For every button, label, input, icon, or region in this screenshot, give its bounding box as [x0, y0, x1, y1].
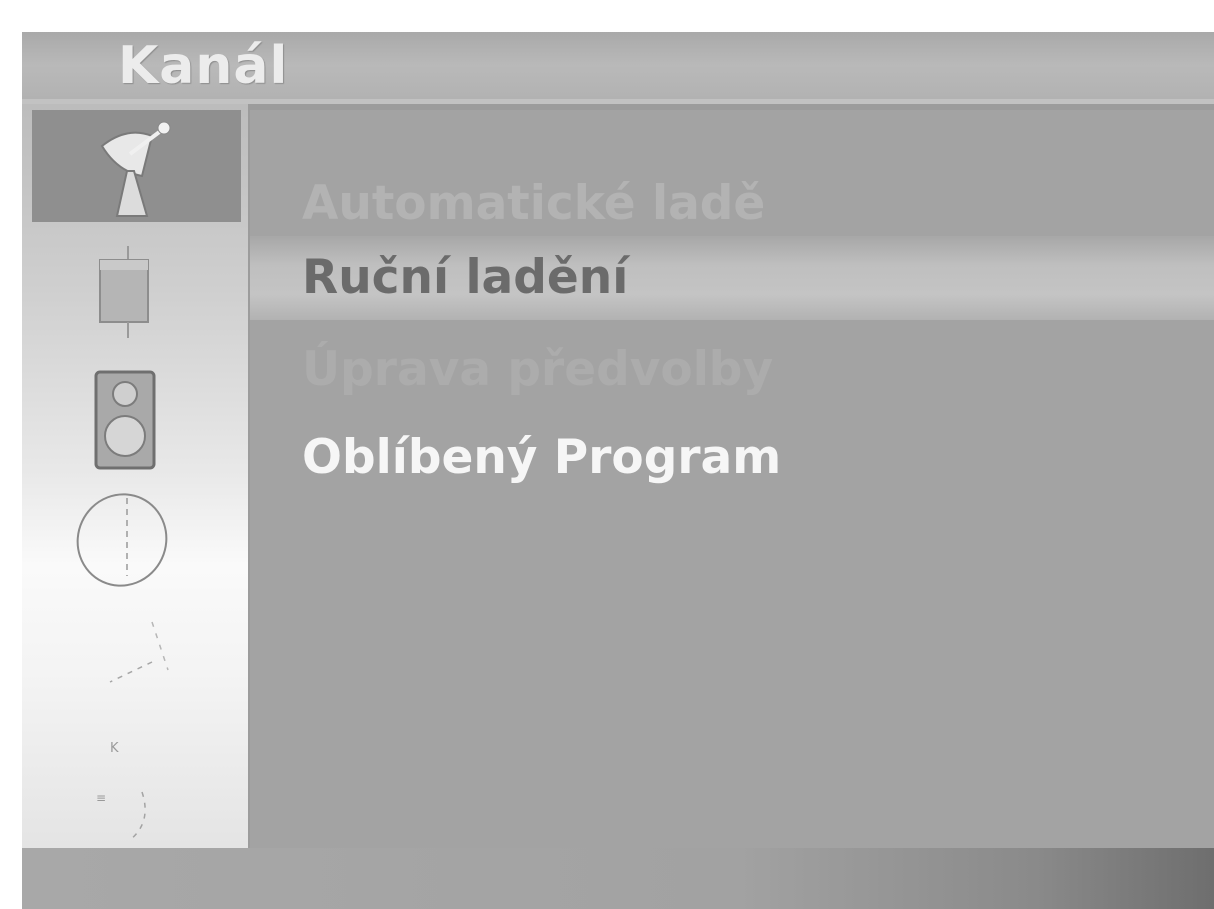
bottom-bar	[22, 848, 1214, 909]
sidebar-item-time[interactable]	[22, 482, 248, 594]
input-icon: K ≡	[96, 741, 146, 841]
sidebar-item-picture[interactable]	[22, 244, 248, 356]
menu-item-favorite-program[interactable]: Oblíbený Program	[250, 416, 1214, 500]
sidebar-item-input[interactable]: K ≡	[22, 722, 248, 841]
menu-item-label: Úprava předvolby	[302, 342, 774, 397]
sidebar-item-setup[interactable]	[22, 604, 248, 716]
audio-speaker-icon	[94, 370, 156, 470]
menu-item-label: Oblíbený Program	[302, 430, 782, 485]
title-bar: Kanál	[22, 32, 1214, 104]
picture-icon	[99, 246, 149, 338]
clock-icon	[76, 493, 168, 587]
svg-text:≡: ≡	[96, 791, 106, 805]
satellite-dish-icon	[100, 121, 171, 217]
svg-text:K: K	[110, 741, 119, 756]
tv-osd-menu: Kanál K ≡ Automatické ladě Ruční ladění …	[22, 32, 1214, 909]
setup-icon	[109, 621, 169, 683]
menu-item-label: Automatické ladě	[302, 176, 766, 231]
menu-panel: Automatické ladě Ruční ladění Úprava pře…	[250, 110, 1214, 850]
category-sidebar: K ≡	[22, 104, 248, 848]
menu-title: Kanál	[118, 36, 289, 96]
menu-item-label: Ruční ladění	[302, 250, 629, 305]
menu-item-program-edit[interactable]: Úprava předvolby	[250, 328, 1214, 412]
menu-item-auto-tuning[interactable]: Automatické ladě	[250, 162, 1214, 246]
sidebar-item-channel[interactable]	[32, 110, 241, 222]
menu-item-manual-tuning[interactable]: Ruční ladění	[250, 236, 1214, 320]
sidebar-item-audio[interactable]	[22, 362, 248, 474]
